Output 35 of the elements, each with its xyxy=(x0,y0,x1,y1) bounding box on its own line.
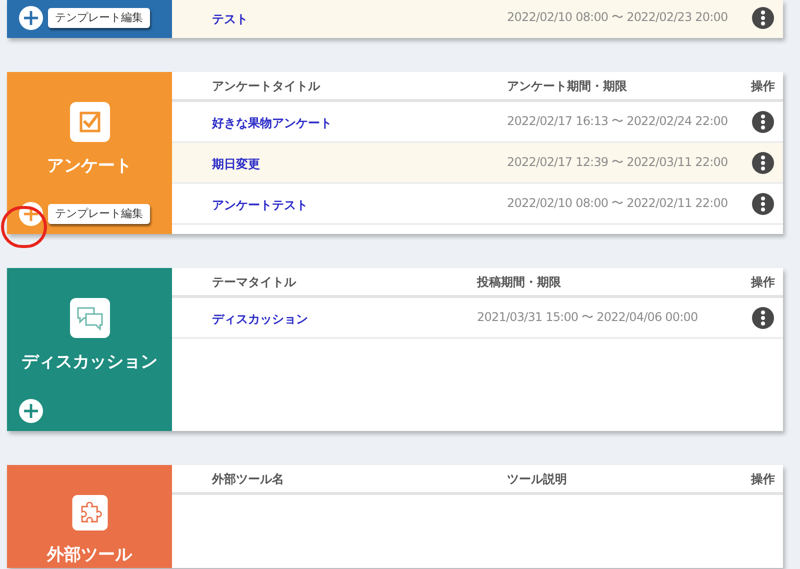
column-header: アンケート期間・期限 xyxy=(507,78,628,94)
puzzle-piece-icon xyxy=(70,495,110,530)
item-link[interactable]: テスト xyxy=(212,12,248,26)
more-options-icon[interactable] xyxy=(752,6,774,28)
column-header: 外部ツール名 xyxy=(210,470,285,488)
add-icon[interactable] xyxy=(19,6,43,30)
chat-bubbles-icon xyxy=(70,298,110,338)
item-link[interactable]: 期日変更 xyxy=(212,156,260,170)
template-edit-button[interactable]: テンプレート編集 xyxy=(48,8,150,28)
template-edit-button[interactable]: テンプレート編集 xyxy=(48,204,150,224)
more-options-icon[interactable] xyxy=(752,306,774,328)
item-link[interactable]: ディスカッション xyxy=(212,312,308,326)
period-text: 2022/02/10 08:00 〜 2022/02/11 22:00 xyxy=(507,196,729,211)
period-text: 2022/02/10 08:00 〜 2022/02/23 20:00 xyxy=(507,10,729,25)
item-link[interactable]: 好きな果物アンケート xyxy=(212,116,332,130)
more-options-icon[interactable] xyxy=(752,110,774,132)
column-header: 投稿期間・期限 xyxy=(477,274,562,290)
period-text: 2022/02/17 16:13 〜 2022/02/24 22:00 xyxy=(507,114,729,129)
column-header: 操作 xyxy=(750,78,776,94)
section-title: アンケート xyxy=(47,155,132,178)
column-header: 操作 xyxy=(750,470,776,488)
column-header: 操作 xyxy=(750,274,776,290)
column-header: テーマタイトル xyxy=(211,274,298,290)
period-text: 2021/03/31 15:00 〜 2022/04/06 00:00 xyxy=(477,310,699,325)
column-header: ツール説明 xyxy=(507,470,568,488)
item-link[interactable]: アンケートテスト xyxy=(212,198,308,212)
more-options-icon[interactable] xyxy=(752,152,774,174)
section-title: 外部ツール xyxy=(47,544,132,566)
more-options-icon[interactable] xyxy=(752,192,774,214)
section-title: ディスカッション xyxy=(22,351,158,374)
column-header: アンケートタイトル xyxy=(211,78,322,94)
add-icon[interactable] xyxy=(19,399,43,423)
period-text: 2022/02/17 12:39 〜 2022/03/11 22:00 xyxy=(507,155,729,170)
checkbox-icon xyxy=(70,102,110,142)
add-icon[interactable] xyxy=(19,202,43,226)
